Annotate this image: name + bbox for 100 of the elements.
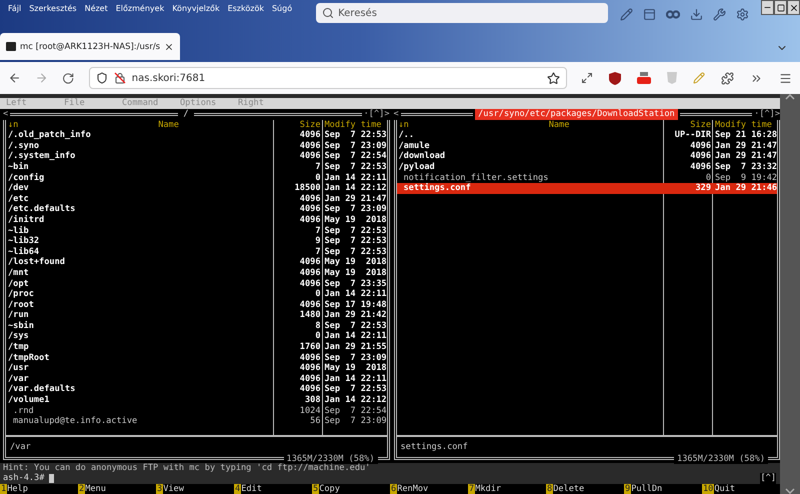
menu-item[interactable]: Eszközök — [224, 4, 268, 13]
file-time: Sep 21 16:28 — [714, 130, 777, 141]
file-name[interactable]: /etc — [6, 194, 272, 204]
file-name[interactable]: /.old_patch_info — [6, 130, 272, 141]
file-name[interactable]: /var — [6, 374, 272, 384]
file-size: 4096 — [298, 363, 322, 374]
file-time: May 19 2018 — [324, 268, 386, 278]
column-header[interactable]: Name — [548, 120, 570, 130]
file-time: Sep 9 19:42 — [714, 172, 777, 184]
file-size: 0 — [704, 172, 712, 184]
file-time: Sep 7 23:09 — [324, 352, 386, 364]
column-header[interactable]: Size — [663, 120, 713, 130]
file-name[interactable]: /dev — [6, 183, 272, 194]
file-name[interactable]: /volume1 — [6, 395, 272, 406]
file-size: 4096 — [298, 151, 322, 162]
file-time: Sep 7 23:35 — [324, 278, 386, 290]
file-size: 4096 — [689, 162, 712, 173]
column-header[interactable]: Size — [272, 120, 322, 130]
file-time: Sep 7 22:54 — [324, 151, 386, 162]
panel-corner[interactable]: ·[^]> — [364, 109, 390, 120]
status-text: settings.conf — [400, 442, 468, 452]
file-size: 9 — [314, 236, 322, 247]
function-key[interactable]: 8Delete — [546, 484, 624, 494]
file-name[interactable]: ~bin — [6, 162, 272, 173]
menu-item[interactable]: Nézet — [80, 4, 112, 13]
file-name[interactable]: /tmp — [6, 342, 272, 353]
function-key[interactable]: 10Quit — [702, 484, 780, 494]
file-name[interactable]: /proc — [6, 289, 272, 300]
menu-item[interactable]: Súgó — [268, 4, 296, 13]
file-name[interactable]: /download — [396, 151, 663, 162]
column-header[interactable]: Modify time — [713, 120, 777, 130]
file-time: Sep 7 23:32 — [714, 162, 777, 173]
file-time: Sep 7 22:53 — [324, 226, 386, 236]
file-name[interactable]: /sys — [6, 331, 272, 342]
file-size: 4096 — [689, 151, 712, 162]
file-name[interactable]: ~lib32 — [6, 236, 272, 247]
menu-item[interactable]: Előzmények — [112, 4, 168, 13]
file-name[interactable]: /var.defaults — [6, 384, 272, 396]
file-time: Sep 7 22:53 — [324, 236, 386, 247]
file-name[interactable]: /config — [6, 172, 272, 184]
panel-path: /usr/syno/etc/packages/DownloadStation — [475, 109, 678, 120]
file-name[interactable]: /tmpRoot — [6, 352, 272, 364]
panel-corner: < — [3, 109, 8, 120]
file-name[interactable]: /pyload — [396, 162, 663, 173]
panel-corner[interactable]: ·[^]> — [754, 109, 780, 120]
file-name[interactable]: /opt — [6, 278, 272, 290]
column-header[interactable]: ↓n Name — [396, 120, 663, 130]
function-key[interactable]: 4 Edit — [234, 484, 312, 494]
file-name[interactable]: /lost+found — [6, 257, 272, 268]
file-name[interactable]: notification_filter.settings — [396, 172, 663, 184]
file-size: 8 — [314, 320, 322, 332]
menu-item[interactable]: Szerkesztés — [25, 4, 81, 13]
status-text: /var — [10, 442, 31, 452]
column-header[interactable]: Modify time — [322, 120, 386, 130]
function-key[interactable]: 2 Menu — [78, 484, 156, 494]
file-size: 4096 — [298, 300, 322, 310]
function-key[interactable]: 3 View — [156, 484, 234, 494]
file-name[interactable]: /mnt — [6, 268, 272, 278]
file-size: 308 — [304, 395, 322, 406]
menu-item[interactable]: Fájl — [4, 4, 26, 13]
function-key[interactable]: 7 Mkdir — [468, 484, 546, 494]
menu-item[interactable]: Könyvjelzők — [168, 4, 224, 13]
file-name[interactable]: /.syno — [6, 140, 272, 152]
file-name[interactable]: .rnd — [6, 406, 272, 416]
file-time: Sep 7 23:09 — [324, 416, 386, 427]
function-key[interactable]: 5 Copy — [312, 484, 390, 494]
file-name[interactable]: /.. — [396, 130, 663, 141]
file-time: Jan 14 22:11 — [324, 172, 386, 184]
file-time: Jan 29 21:47 — [714, 140, 777, 152]
file-size: 4096 — [298, 194, 322, 204]
file-size: UP--DIR — [674, 130, 712, 141]
file-name[interactable]: /amule — [396, 140, 663, 152]
file-time: Jan 29 21:42 — [324, 310, 386, 321]
column-header[interactable]: Name — [158, 120, 179, 130]
file-size: 4096 — [298, 204, 322, 215]
address-field[interactable]: nas.skori:7681 — [88, 67, 567, 89]
file-name[interactable]: /.system_info — [6, 151, 272, 162]
file-size: 18500 — [294, 183, 322, 194]
file-size: 0 — [314, 289, 322, 300]
function-key[interactable]: 9 PullDn — [624, 484, 702, 494]
file-name[interactable]: /initrd — [6, 214, 272, 226]
column-header[interactable]: ↓n Name — [6, 120, 272, 130]
file-time: Sep 7 22:53 — [324, 384, 386, 396]
file-name[interactable]: ~sbin — [6, 320, 272, 332]
file-name[interactable]: ~lib — [6, 226, 272, 236]
file-size: 7 — [314, 226, 322, 236]
file-name[interactable]: ~lib64 — [6, 246, 272, 258]
file-name[interactable]: /run — [6, 310, 272, 321]
file-name[interactable]: /root — [6, 300, 272, 310]
file-size: 4096 — [298, 268, 322, 278]
browser-tab[interactable]: mc [root@ARK1123H-NAS]:/usr/s — [0, 33, 180, 60]
file-name[interactable]: /etc.defaults — [6, 204, 272, 215]
function-key[interactable]: 1Help — [0, 484, 78, 494]
file-name[interactable]: settings.conf — [396, 183, 663, 194]
function-key[interactable]: 6RenMov — [390, 484, 468, 494]
file-size: 4096 — [298, 140, 322, 152]
file-time: Sep 7 22:53 — [324, 320, 386, 332]
file-name[interactable]: manualupd@te.info.active — [6, 416, 272, 427]
file-name[interactable]: /usr — [6, 363, 272, 374]
search-field[interactable]: Keresés — [316, 3, 608, 23]
